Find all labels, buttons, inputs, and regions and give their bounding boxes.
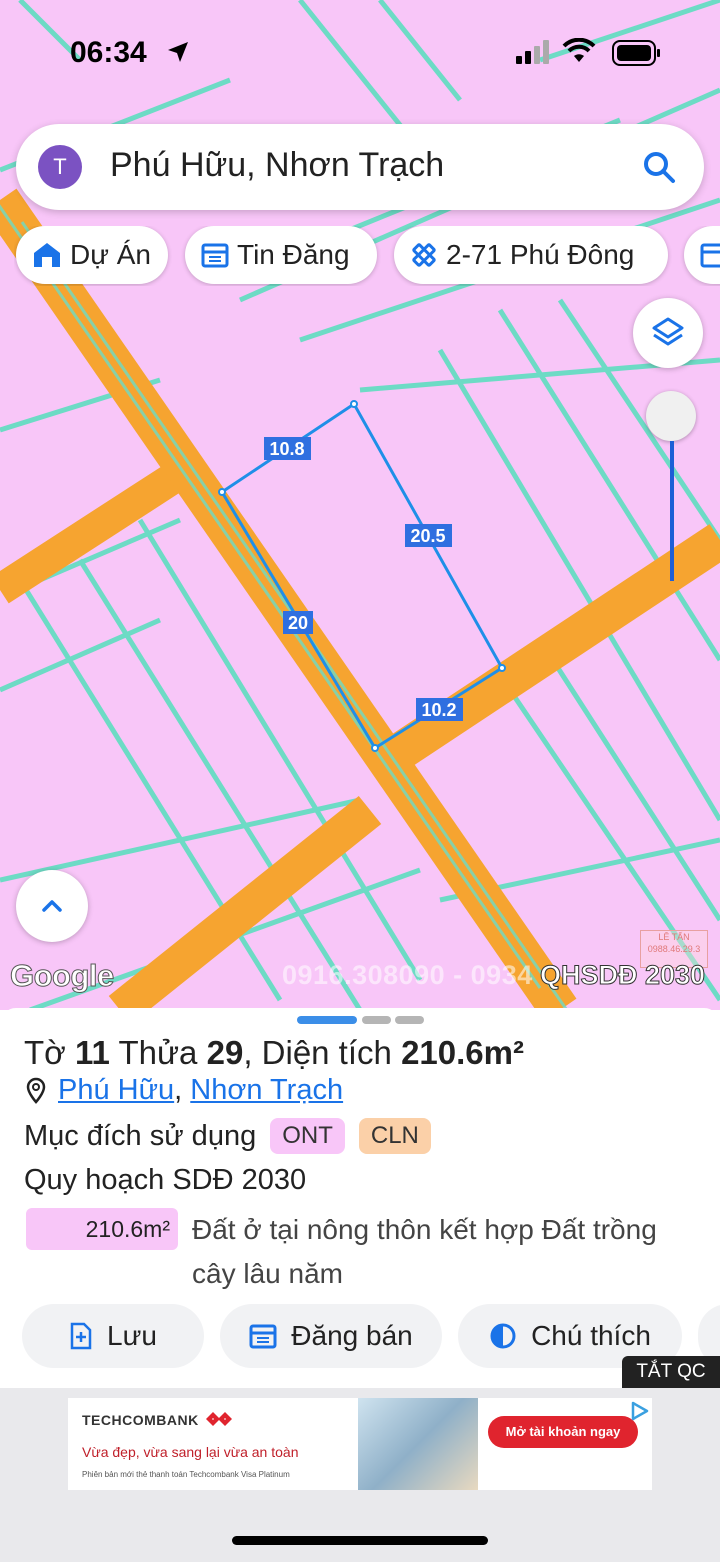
parcel-label: Thửa bbox=[118, 1034, 198, 1071]
chip-ruler[interactable]: 2-71 Phú Đông bbox=[394, 226, 668, 284]
add-document-icon bbox=[70, 1322, 92, 1350]
save-label: Lưu bbox=[107, 1320, 157, 1351]
save-button[interactable]: Lưu bbox=[22, 1304, 204, 1368]
chip-label: Dự Án bbox=[70, 239, 151, 270]
plan-area-description: Đất ở tại nông thôn kết hợp Đất trồng câ… bbox=[192, 1214, 657, 1289]
parcel-title: Tờ 11 Thửa 29, Diện tích 210.6m² bbox=[24, 1034, 524, 1072]
chip-tin-dang[interactable]: Tin Đăng bbox=[185, 226, 377, 284]
chevron-up-icon bbox=[42, 900, 62, 912]
sheet-number: 11 bbox=[74, 1034, 110, 1071]
ad-cta-button[interactable]: Mở tài khoản ngay bbox=[488, 1416, 638, 1448]
calendar-icon bbox=[700, 243, 720, 268]
land-use-tag[interactable]: ONT bbox=[270, 1118, 345, 1154]
calendar-icon bbox=[249, 1324, 277, 1349]
plan-area-swatch: 210.6m² bbox=[26, 1208, 178, 1250]
location-line: Phú Hữu, Nhơn Trạch bbox=[24, 1074, 343, 1107]
filter-chips: Dự Án Tin Đăng 2-71 Phú Đông bbox=[14, 226, 720, 286]
ruler-icon bbox=[412, 243, 436, 267]
search-icon[interactable] bbox=[642, 150, 676, 184]
map-version-label: QHSDĐ 2030 bbox=[539, 960, 706, 991]
layers-button[interactable] bbox=[633, 298, 703, 368]
ad-headline: Vừa đẹp, vừa sang lại vừa an toàn bbox=[82, 1444, 299, 1460]
edge-label-bottom: 10.2 bbox=[421, 700, 456, 720]
ward-link[interactable]: Phú Hữu bbox=[58, 1074, 174, 1107]
opacity-slider-track[interactable] bbox=[670, 441, 674, 581]
opacity-slider-handle[interactable] bbox=[646, 391, 696, 441]
wifi-icon bbox=[562, 38, 596, 62]
chip-label: 2-71 Phú Đông bbox=[446, 239, 635, 270]
expand-sheet-button[interactable] bbox=[16, 870, 88, 942]
ad-brand: TECHCOMBANK bbox=[82, 1412, 199, 1428]
chip-label: Tin Đăng bbox=[237, 239, 350, 270]
ad-image bbox=[358, 1398, 478, 1490]
ad-subtext: Phiên bản mới thẻ thanh toán Techcombank… bbox=[82, 1470, 290, 1479]
land-use-purpose: Mục đích sử dụng ONT CLN bbox=[24, 1118, 431, 1154]
action-buttons: Lưu Đăng bán Chú thích bbox=[0, 1304, 720, 1370]
separator: , bbox=[174, 1074, 191, 1106]
layers-icon bbox=[652, 317, 684, 346]
ad-area: TECHCOMBANK Vừa đẹp, vừa sang lại vừa an… bbox=[0, 1388, 720, 1562]
area-value: 210.6m² bbox=[401, 1034, 524, 1071]
avatar[interactable]: T bbox=[38, 145, 82, 189]
parcel-info-sheet[interactable]: Tờ 11 Thửa 29, Diện tích 210.6m² Phú Hữu… bbox=[0, 1008, 720, 1388]
area-label: , Diện tích bbox=[243, 1034, 392, 1071]
location-pin-icon bbox=[26, 1077, 46, 1104]
edge-label-right: 20.5 bbox=[410, 526, 445, 546]
edge-label-left: 20 bbox=[288, 613, 308, 633]
sheet-page-indicator bbox=[395, 1016, 424, 1024]
status-time: 06:34 bbox=[70, 36, 147, 69]
chip-more[interactable] bbox=[684, 226, 720, 284]
calendar-icon bbox=[201, 243, 229, 268]
hide-ads-button[interactable]: TẮT QC bbox=[622, 1356, 720, 1388]
search-bar[interactable]: T Phú Hữu, Nhơn Trạch bbox=[16, 124, 704, 210]
home-indicator[interactable] bbox=[232, 1536, 488, 1545]
post-sale-label: Đăng bán bbox=[291, 1320, 413, 1351]
ad-banner[interactable]: TECHCOMBANK Vừa đẹp, vừa sang lại vừa an… bbox=[68, 1398, 652, 1490]
stamp-line: LÊ TẤN bbox=[658, 932, 690, 942]
edge-label-top: 10.8 bbox=[269, 439, 304, 459]
legend-label: Chú thích bbox=[531, 1320, 651, 1351]
post-sale-button[interactable]: Đăng bán bbox=[220, 1304, 442, 1368]
google-logo: Google bbox=[10, 958, 115, 994]
search-input[interactable]: Phú Hữu, Nhơn Trạch bbox=[110, 146, 444, 185]
ad-choices-icon[interactable] bbox=[628, 1400, 650, 1422]
location-arrow-icon bbox=[168, 42, 188, 62]
land-use-tag[interactable]: CLN bbox=[358, 1118, 431, 1154]
stamp-line: 0988.46.29.3 bbox=[647, 944, 701, 954]
battery-icon bbox=[612, 40, 660, 66]
status-bar: 06:34 bbox=[0, 0, 720, 100]
district-link[interactable]: Nhơn Trạch bbox=[190, 1074, 343, 1107]
sheet-handle[interactable] bbox=[297, 1016, 357, 1024]
parcel-number: 29 bbox=[206, 1034, 244, 1071]
techcombank-logo-icon bbox=[206, 1412, 232, 1426]
sheet-page-indicator bbox=[362, 1016, 391, 1024]
watermark-text: 0916.308090 - 0934 bbox=[282, 960, 533, 990]
purpose-label: Mục đích sử dụng bbox=[24, 1119, 257, 1152]
sheet-prefix: Tờ bbox=[24, 1034, 66, 1071]
chip-du-an[interactable]: Dự Án bbox=[16, 226, 168, 284]
signal-icon bbox=[516, 40, 549, 64]
plan-label: Quy hoạch SDĐ 2030 bbox=[24, 1164, 307, 1196]
house-icon bbox=[34, 243, 60, 267]
contrast-icon bbox=[490, 1323, 516, 1349]
